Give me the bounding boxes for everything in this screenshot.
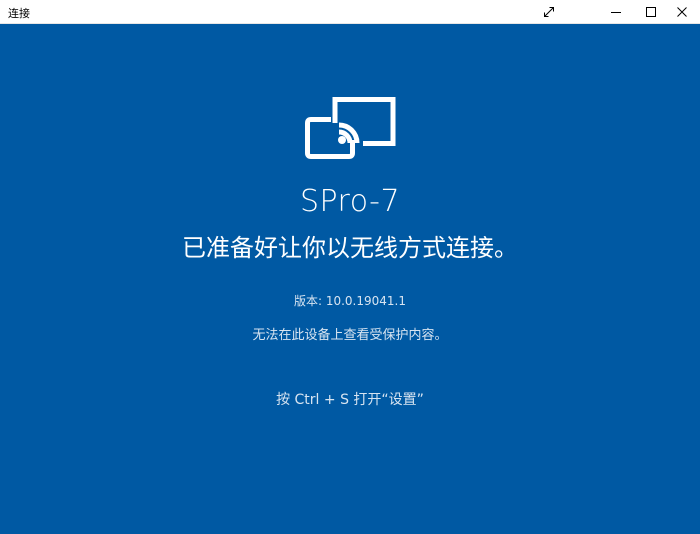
title-bar: 连接 (0, 0, 700, 24)
protected-content-notice: 无法在此设备上查看受保护内容。 (252, 328, 448, 343)
settings-shortcut-hint: 按 Ctrl + S 打开“设置” (276, 392, 424, 408)
close-button[interactable] (664, 0, 700, 24)
window-title: 连接 (8, 7, 30, 20)
version-text: 版本: 10.0.19041.1 (293, 294, 406, 308)
connect-app-window: 连接 SPro-7 已准备好让你以无线方式连接。 版本: 10.0.19041.… (0, 0, 700, 534)
maximize-icon (646, 7, 656, 17)
expand-diagonal-icon (544, 7, 554, 17)
wireless-display-cast-icon (305, 97, 396, 159)
minimize-icon (611, 12, 621, 13)
minimize-button[interactable] (598, 0, 634, 24)
main-content: SPro-7 已准备好让你以无线方式连接。 版本: 10.0.19041.1 无… (0, 24, 700, 534)
fullscreen-button[interactable] (531, 0, 567, 24)
close-icon (677, 7, 687, 17)
device-name: SPro-7 (299, 184, 401, 219)
ready-message: 已准备好让你以无线方式连接。 (182, 234, 518, 262)
